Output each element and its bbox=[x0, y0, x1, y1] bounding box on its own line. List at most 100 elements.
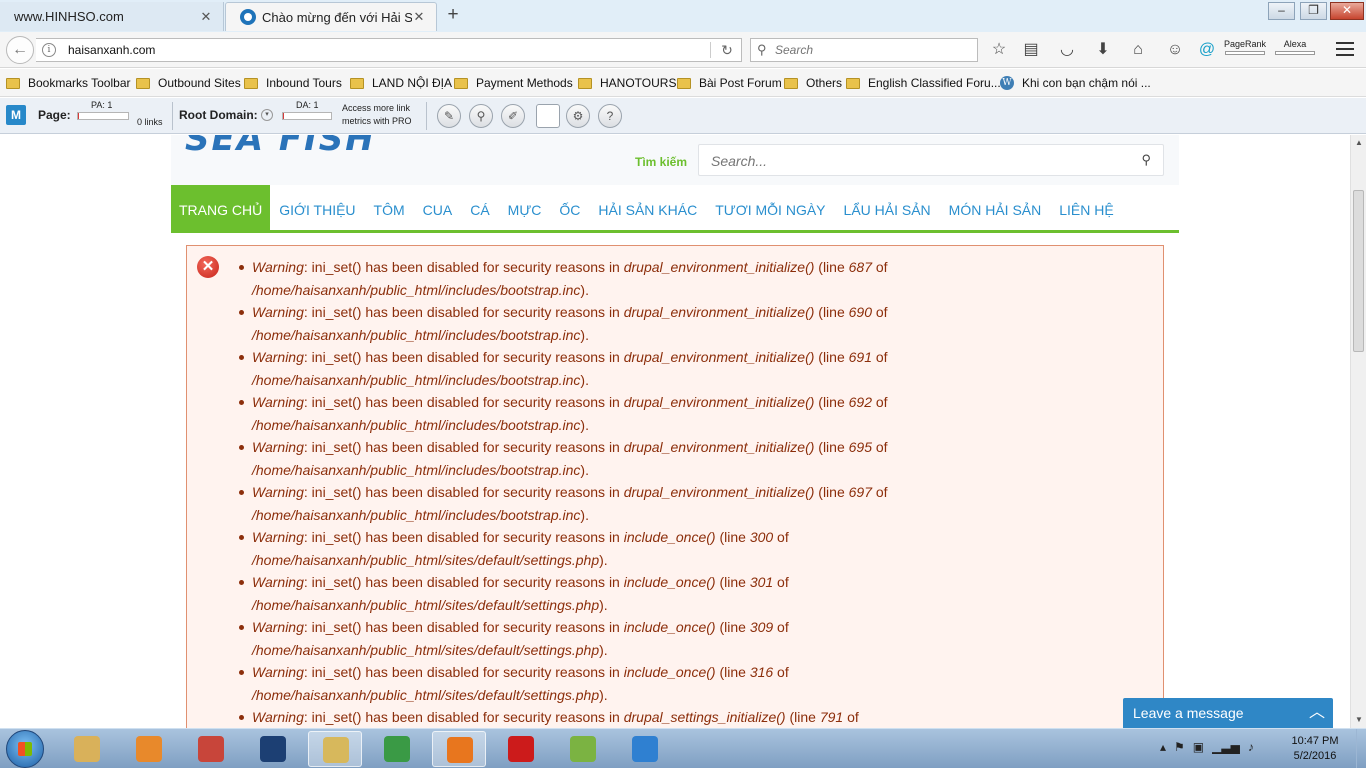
bookmark-label: Bài Post Forum bbox=[699, 76, 782, 90]
scroll-down-arrow[interactable]: ▼ bbox=[1351, 712, 1366, 728]
folder-icon bbox=[244, 77, 258, 89]
network-icon[interactable]: ▁▃▅ bbox=[1212, 740, 1240, 758]
warning-end: ). bbox=[599, 597, 608, 613]
wrench-icon[interactable]: ✎ bbox=[437, 104, 461, 128]
warning-message: Warning: ini_set() has been disabled for… bbox=[235, 301, 1135, 347]
warning-label: Warning bbox=[252, 259, 304, 275]
nav-item-muc[interactable]: MỰC bbox=[499, 185, 551, 230]
gear-icon[interactable]: ⚙ bbox=[566, 104, 590, 128]
taskbar-app-button[interactable] bbox=[308, 731, 362, 767]
nav-item-tuoi-moi-ngay[interactable]: TƯƠI MỖI NGÀY bbox=[706, 185, 834, 230]
bookmark-folder[interactable]: Others bbox=[784, 76, 842, 90]
search-icon[interactable]: ⚲ bbox=[1141, 152, 1151, 168]
back-button[interactable]: ← bbox=[6, 36, 34, 64]
vertical-scrollbar[interactable]: ▲ ▼ bbox=[1350, 135, 1366, 728]
maximize-button[interactable]: ❐ bbox=[1300, 2, 1327, 20]
bookmark-folder[interactable]: English Classified Foru... bbox=[846, 76, 1001, 90]
device-icon[interactable]: ▣ bbox=[1193, 740, 1204, 758]
tab-hinhso[interactable]: www.HINHSO.com ✕ bbox=[0, 2, 224, 31]
taskbar-clock[interactable]: 10:47 PM 5/2/2016 bbox=[1284, 734, 1346, 764]
help-icon[interactable]: ? bbox=[598, 104, 622, 128]
action-center-icon[interactable]: ⚑ bbox=[1174, 740, 1185, 758]
show-hidden-icons-icon[interactable]: ▴ bbox=[1160, 740, 1166, 758]
close-tab-icon[interactable]: ✕ bbox=[199, 9, 213, 25]
nav-item-lien-he[interactable]: LIÊN HỆ bbox=[1050, 185, 1122, 230]
bookmark-folder[interactable]: Bookmarks Toolbar bbox=[6, 76, 131, 90]
scrollbar-thumb[interactable] bbox=[1353, 190, 1364, 352]
warning-file-path: /home/haisanxanh/public_html/sites/defau… bbox=[252, 552, 600, 568]
show-desktop-button[interactable] bbox=[1356, 729, 1366, 768]
taskbar-app-button[interactable] bbox=[432, 731, 486, 767]
site-info-icon[interactable]: i bbox=[42, 43, 56, 57]
folder-icon bbox=[784, 77, 798, 89]
bookmark-folder[interactable]: Payment Methods bbox=[454, 76, 573, 90]
chevron-up-icon[interactable]: ︿ bbox=[1309, 698, 1325, 728]
warning-line-number: 316 bbox=[749, 664, 774, 680]
minimize-button[interactable]: ‒ bbox=[1268, 2, 1295, 20]
alexa-label: Alexa bbox=[1283, 39, 1307, 49]
bookmark-link[interactable]: W Khi con bạn chậm nói ... bbox=[1000, 76, 1151, 90]
nav-item-cua[interactable]: CUA bbox=[414, 185, 462, 230]
nav-item-lau-hai-san[interactable]: LẨU HẢI SẢN bbox=[835, 185, 940, 230]
chart-app-icon bbox=[570, 736, 596, 762]
chat-icon[interactable]: ☺ bbox=[1165, 41, 1185, 61]
moz-logo-icon[interactable]: M bbox=[6, 105, 26, 125]
bookmark-star-icon[interactable]: ☆ bbox=[989, 41, 1009, 61]
pro-promo-line1[interactable]: Access more link bbox=[342, 103, 410, 113]
reading-list-icon[interactable]: ▤ bbox=[1021, 41, 1041, 61]
bookmark-folder[interactable]: Bài Post Forum bbox=[677, 76, 782, 90]
search-icon: ⚲ bbox=[757, 42, 767, 57]
browser-search-bar[interactable]: ⚲ bbox=[750, 38, 978, 62]
bookmark-folder[interactable]: HANOTOURS bbox=[578, 76, 676, 90]
home-icon[interactable]: ⌂ bbox=[1128, 41, 1148, 61]
taskbar-app-button[interactable] bbox=[60, 731, 114, 767]
reload-icon[interactable]: ↻ bbox=[718, 41, 736, 59]
nav-item-ca[interactable]: CÁ bbox=[461, 185, 498, 230]
bookmark-folder[interactable]: Inbound Tours bbox=[244, 76, 342, 90]
nav-item-oc[interactable]: ỐC bbox=[550, 185, 589, 230]
search-icon[interactable]: ⚲ bbox=[469, 104, 493, 128]
taskbar-app-button[interactable] bbox=[618, 731, 672, 767]
nav-item-tom[interactable]: TÔM bbox=[365, 185, 414, 230]
new-tab-button[interactable]: + bbox=[443, 4, 463, 26]
volume-icon[interactable]: ♪ bbox=[1248, 740, 1254, 758]
pro-promo-line2[interactable]: metrics with PRO bbox=[342, 116, 412, 126]
addon-icon[interactable]: @ bbox=[1197, 41, 1217, 61]
site-search-input[interactable] bbox=[711, 152, 1121, 170]
url-input[interactable] bbox=[68, 41, 708, 59]
taskbar-app-button[interactable] bbox=[122, 731, 176, 767]
nav-item-gioi-thieu[interactable]: GIỚI THIỆU bbox=[270, 185, 364, 230]
taskbar-app-button[interactable] bbox=[246, 731, 300, 767]
site-logo[interactable]: SEA FISH bbox=[185, 135, 376, 159]
taskbar-app-button[interactable] bbox=[370, 731, 424, 767]
blank-tool-button[interactable] bbox=[536, 104, 560, 128]
warning-function: include_once() bbox=[623, 619, 716, 635]
start-button[interactable] bbox=[6, 730, 44, 768]
nav-item-trang-chu[interactable]: TRANG CHỦ bbox=[171, 185, 271, 230]
nav-item-hai-san-khac[interactable]: HẢI SẢN KHÁC bbox=[589, 185, 706, 230]
nav-item-mon-hai-san[interactable]: MÓN HẢI SẢN bbox=[940, 185, 1051, 230]
close-tab-icon[interactable]: ✕ bbox=[412, 9, 426, 25]
browser-search-input[interactable] bbox=[775, 42, 973, 58]
chevron-down-icon[interactable]: ▾ bbox=[261, 109, 273, 121]
scroll-up-arrow[interactable]: ▲ bbox=[1351, 135, 1366, 151]
highlight-pen-icon[interactable]: ✐ bbox=[501, 104, 525, 128]
taskbar-app-button[interactable] bbox=[556, 731, 610, 767]
menu-icon[interactable] bbox=[1336, 42, 1354, 56]
pocket-icon[interactable]: ◡ bbox=[1057, 41, 1077, 61]
close-window-button[interactable]: ✕ bbox=[1330, 2, 1364, 20]
leave-message-widget[interactable]: Leave a message ︿ bbox=[1123, 698, 1333, 728]
taskbar-app-button[interactable] bbox=[184, 731, 238, 767]
taskbar-app-button[interactable] bbox=[494, 731, 548, 767]
bookmark-folder[interactable]: Outbound Sites bbox=[136, 76, 241, 90]
warning-text: : ini_set() has been disabled for securi… bbox=[303, 394, 624, 410]
pagerank-widget[interactable]: PageRank bbox=[1222, 39, 1268, 63]
alexa-widget[interactable]: Alexa bbox=[1272, 39, 1318, 63]
site-search-box[interactable]: ⚲ bbox=[698, 144, 1164, 176]
tab-haisanxanh[interactable]: Chào mừng đến với Hải Sả... ✕ bbox=[225, 2, 437, 31]
bookmark-folder[interactable]: LAND NỘI ĐỊA bbox=[350, 76, 452, 90]
url-bar[interactable]: i ↻ bbox=[36, 38, 742, 62]
bookmark-label: Outbound Sites bbox=[158, 76, 241, 90]
warning-end: ). bbox=[580, 327, 589, 343]
download-icon[interactable]: ⬇ bbox=[1093, 41, 1113, 61]
